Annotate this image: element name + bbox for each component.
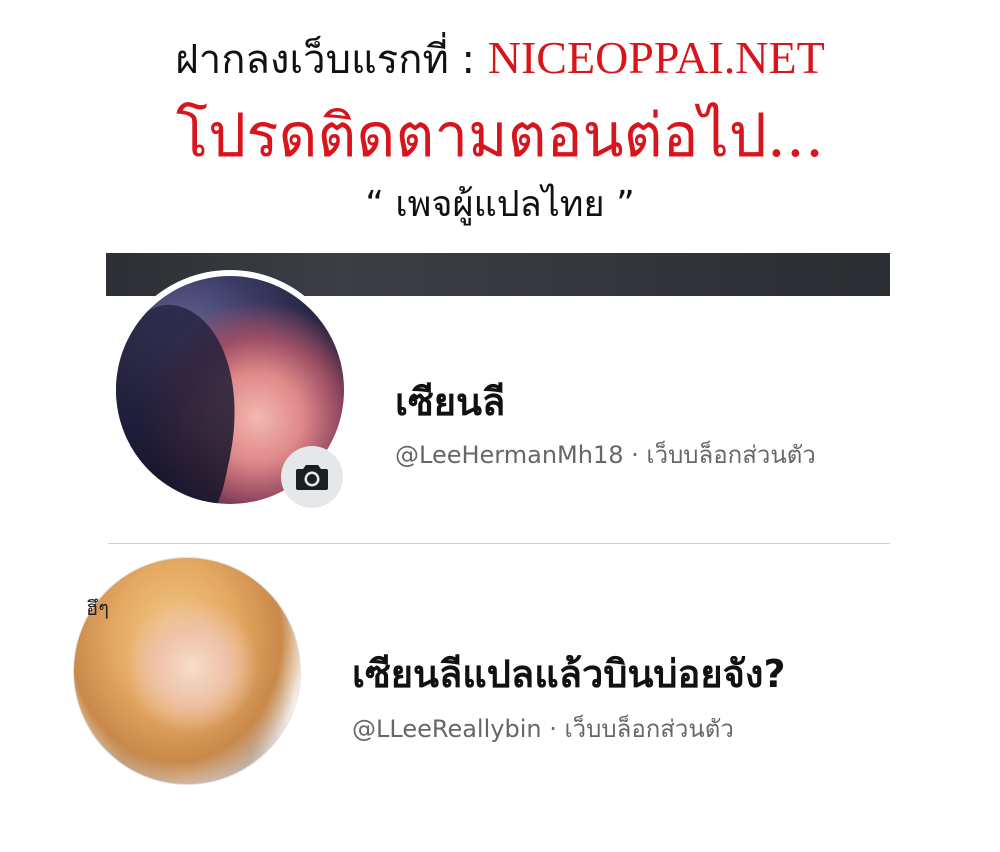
meta-separator: ·	[541, 715, 565, 743]
translator-page-caption: “ เพจผู้แปลไทย ”	[365, 184, 635, 225]
avatar-mark-text: ฮึๆ	[86, 596, 109, 620]
profile-meta-1: @LeeHermanMh18 · เว็บบล็อกส่วนตัว	[395, 438, 816, 472]
follow-next-episode-text: โปรดติดตามตอนต่อไป...	[175, 101, 825, 171]
landing-prefix: ฝากลงเว็บแรกที่ :	[175, 37, 488, 83]
profile-category-1: เว็บบล็อกส่วนตัว	[646, 441, 816, 469]
profile-handle-1: @LeeHermanMh18	[395, 441, 624, 469]
profile-name-2[interactable]: เซียนลีแปลแล้วบินบ่อยจัง?	[352, 648, 786, 700]
profile-meta-2: @LLeeReallybin · เว็บบล็อกส่วนตัว	[352, 712, 734, 746]
profile-category-2: เว็บบล็อกส่วนตัว	[564, 715, 734, 743]
meta-separator: ·	[623, 441, 647, 469]
landing-site-line: ฝากลงเว็บแรกที่ : NICEOPPAI.NET	[0, 30, 1000, 88]
profile-handle-2: @LLeeReallybin	[352, 715, 542, 743]
profile-name-1[interactable]: เซียนลี	[395, 377, 505, 427]
divider	[108, 543, 890, 544]
landing-site-link[interactable]: NICEOPPAI.NET	[488, 32, 825, 83]
camera-icon[interactable]	[281, 446, 343, 508]
